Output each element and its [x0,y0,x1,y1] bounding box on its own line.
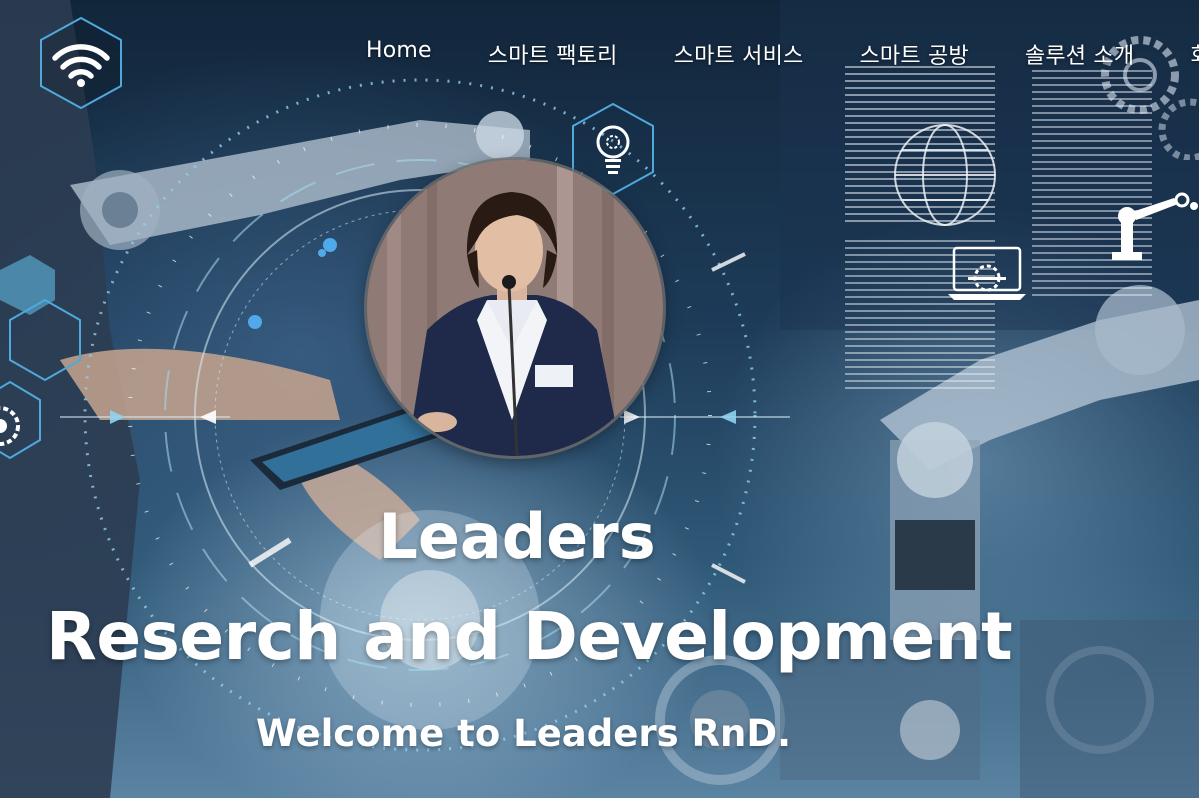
nav-item-company[interactable]: 회 [1190,38,1199,70]
hero-title-line1: Leaders [378,500,656,573]
speaker-portrait [367,160,663,456]
hero-subtitle: Welcome to Leaders RnD. [256,712,792,755]
gear-icon [0,406,20,446]
nav-item-smart-factory[interactable]: 스마트 팩토리 [488,38,618,70]
nav-item-smart-workshop[interactable]: 스마트 공방 [859,38,968,70]
speaker-portrait-image [367,160,663,456]
main-nav: Home 스마트 팩토리 스마트 서비스 스마트 공방 솔루션 소개 회 [366,38,1199,70]
robot-arm-icon [1112,192,1198,260]
hero-title-line2: Reserch and Development [46,598,1013,675]
nav-item-smart-service[interactable]: 스마트 서비스 [674,38,804,70]
nav-item-home[interactable]: Home [366,38,432,70]
wifi-icon[interactable] [38,16,124,110]
globe-icon [894,124,996,226]
nav-item-solutions[interactable]: 솔루션 소개 [1025,38,1134,70]
laptop-gear-icon [948,246,1026,300]
hero-banner: Home 스마트 팩토리 스마트 서비스 스마트 공방 솔루션 소개 회 [0,0,1199,798]
